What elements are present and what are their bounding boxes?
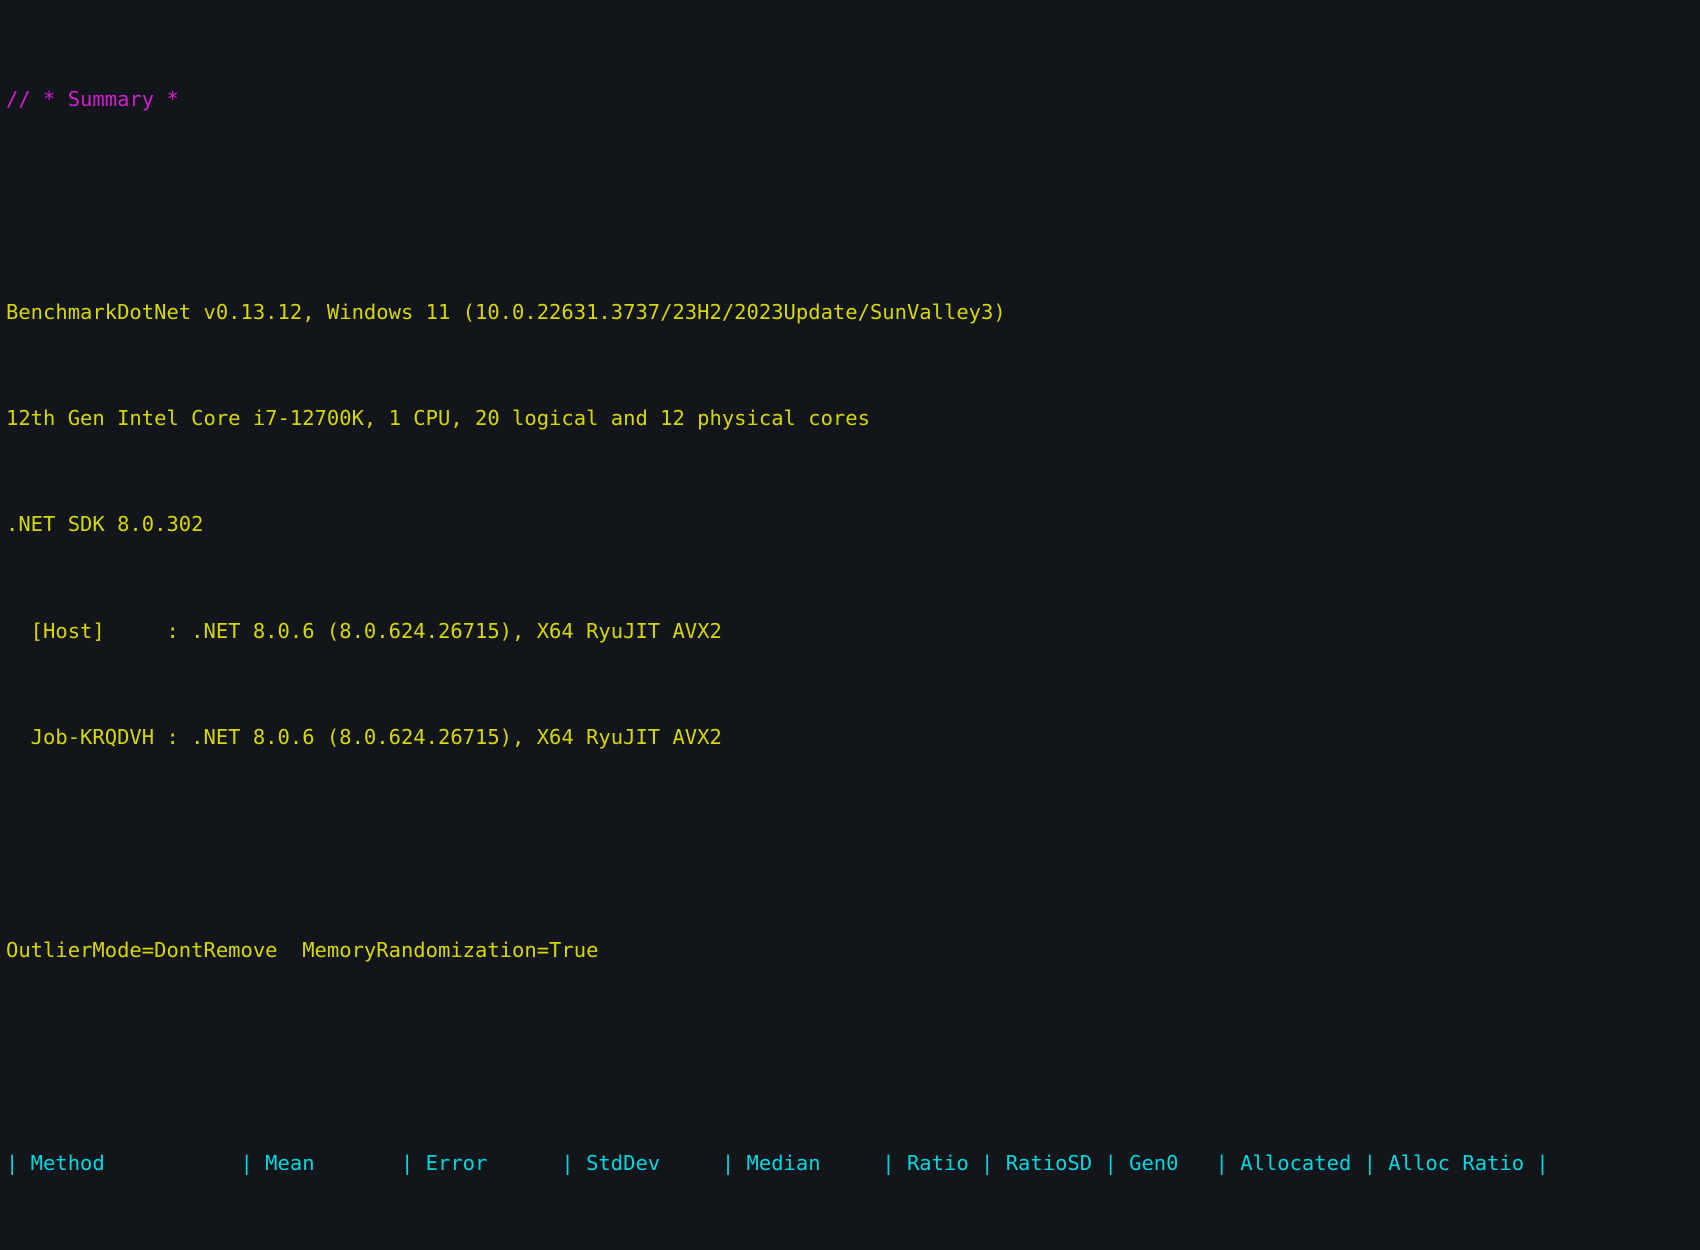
job-runtime-line: Job-KRQDVH : .NET 8.0.6 (8.0.624.26715),… — [6, 725, 722, 750]
cpu-info-line: 12th Gen Intel Core i7-12700K, 1 CPU, 20… — [6, 405, 870, 430]
host-runtime-line: [Host] : .NET 8.0.6 (8.0.624.26715), X64… — [6, 618, 722, 643]
table-header-row: | Method | Mean | Error | StdDev | Media… — [6, 1150, 1549, 1175]
dotnet-sdk-line: .NET SDK 8.0.302 — [6, 512, 204, 537]
config-line: OutlierMode=DontRemove MemoryRandomizati… — [6, 937, 599, 962]
terminal-output[interactable]: // * Summary * BenchmarkDotNet v0.13.12,… — [0, 0, 1700, 1175]
benchmarkdotnet-version-line: BenchmarkDotNet v0.13.12, Windows 11 (10… — [6, 299, 1006, 324]
summary-header-line: // * Summary * — [6, 86, 179, 111]
